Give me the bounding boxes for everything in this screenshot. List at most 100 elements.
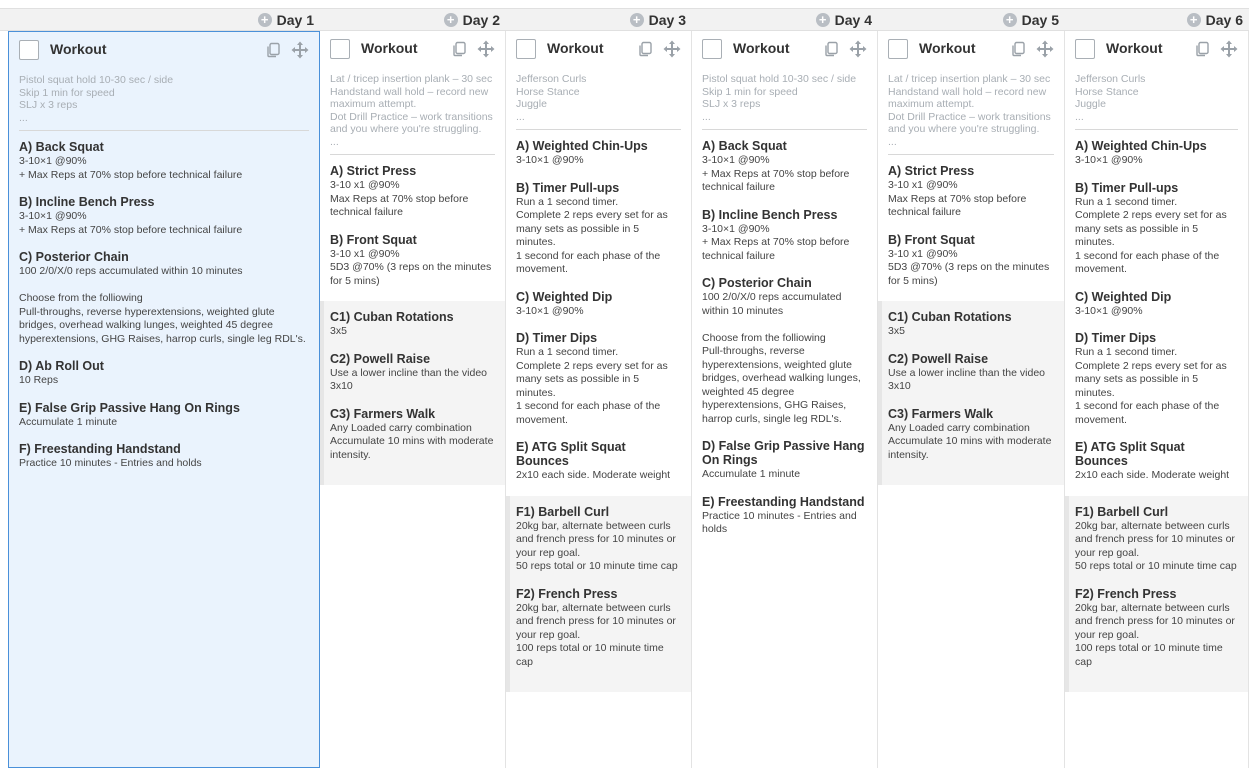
- exercise-item[interactable]: C1) Cuban Rotations 3x5: [330, 310, 495, 339]
- exercise-title: B) Timer Pull-ups: [1075, 180, 1179, 195]
- exercise-details: 20kg bar, alternate between curls and fr…: [1075, 601, 1235, 668]
- exercise-item[interactable]: E) ATG Split Squat Bounces 2x10 each side…: [1075, 440, 1238, 483]
- exercise-title: B) Timer Pull-ups: [516, 180, 620, 195]
- exercise-details: 20kg bar, alternate between curls and fr…: [516, 601, 676, 668]
- exercise-item[interactable]: C) Weighted Dip 3-10×1 @90%: [516, 290, 681, 319]
- card-title: Workout: [361, 40, 418, 56]
- exercise-item[interactable]: D) Ab Roll Out 10 Reps: [19, 359, 309, 388]
- card-header: Workout: [1065, 31, 1248, 69]
- exercise-item[interactable]: F1) Barbell Curl 20kg bar, alternate betw…: [516, 505, 681, 574]
- add-workout-icon[interactable]: +: [815, 12, 830, 27]
- select-checkbox[interactable]: [330, 39, 350, 59]
- exercise-item[interactable]: C1) Cuban Rotations 3x5: [888, 310, 1054, 339]
- exercise-item[interactable]: C) Posterior Chain 100 2/0/X/0 reps accum…: [19, 250, 309, 346]
- exercise-item[interactable]: C2) Powell Raise Use a lower incline than…: [330, 352, 495, 394]
- warmup-line: Handstand wall hold – record new maximum…: [888, 85, 1050, 111]
- select-checkbox[interactable]: [702, 39, 722, 59]
- copy-icon[interactable]: [265, 42, 281, 58]
- exercise-item[interactable]: C) Weighted Dip 3-10×1 @90%: [1075, 290, 1238, 319]
- exercise-item[interactable]: F) Freestanding Handstand Practice 10 min…: [19, 442, 309, 471]
- exercise-item[interactable]: F2) French Press 20kg bar, alternate betw…: [1075, 587, 1238, 670]
- exercise-title: E) Freestanding Handstand: [702, 494, 865, 509]
- move-icon[interactable]: [1220, 40, 1238, 58]
- exercise-details: 3x5: [888, 325, 905, 337]
- workout-card-day-6[interactable]: Workout Jefferson Curls Horse Stance Juggle…: [1065, 31, 1249, 768]
- exercise-title: C) Weighted Dip: [516, 289, 613, 304]
- select-checkbox[interactable]: [1075, 39, 1095, 59]
- warmup-line: ...: [516, 110, 525, 123]
- copy-icon[interactable]: [637, 41, 653, 57]
- exercise-item[interactable]: C3) Farmers Walk Any Loaded carry combina…: [330, 407, 495, 463]
- exercise-details: 3-10 x1 @90% Max Reps at 70% stop before…: [888, 179, 1027, 218]
- exercise-details: Run a 1 second timer. Complete 2 reps ev…: [1075, 346, 1227, 426]
- day-header-6: + Day 6: [1065, 8, 1249, 31]
- exercise-title: D) Timer Dips: [1075, 331, 1157, 345]
- exercise-item[interactable]: B) Timer Pull-ups Run a 1 second timer. C…: [1075, 181, 1238, 277]
- exercise-item[interactable]: B) Front Squat 3-10 x1 @90% 5D3 @70% (3 r…: [330, 233, 495, 289]
- exercise-item[interactable]: B) Front Squat 3-10 x1 @90% 5D3 @70% (3 r…: [888, 233, 1054, 289]
- card-title: Workout: [733, 40, 790, 56]
- exercise-item[interactable]: C3) Farmers Walk Any Loaded carry combina…: [888, 407, 1054, 463]
- copy-icon[interactable]: [451, 41, 467, 57]
- add-workout-icon[interactable]: +: [1186, 12, 1201, 27]
- copy-icon[interactable]: [1194, 41, 1210, 57]
- exercise-title: D) Timer Dips: [516, 331, 598, 345]
- exercise-item[interactable]: C) Posterior Chain 100 2/0/X/0 reps accum…: [702, 276, 867, 426]
- exercise-title: C3) Farmers Walk: [330, 406, 436, 421]
- exercise-item[interactable]: F2) French Press 20kg bar, alternate betw…: [516, 587, 681, 670]
- add-workout-icon[interactable]: +: [443, 12, 458, 27]
- move-icon[interactable]: [849, 40, 867, 58]
- card-title: Workout: [1106, 40, 1163, 56]
- exercise-item[interactable]: B) Incline Bench Press 3-10×1 @90% + Max …: [702, 208, 867, 264]
- exercise-details: 3-10×1 @90% + Max Reps at 70% stop befor…: [19, 210, 243, 236]
- exercise-item[interactable]: A) Strict Press 3-10 x1 @90% Max Reps at …: [330, 164, 495, 220]
- workout-card-day-5[interactable]: Workout Lat / tricep insertion plank – 30…: [878, 31, 1065, 768]
- copy-icon[interactable]: [1010, 41, 1026, 57]
- day-header-2: + Day 2: [320, 8, 506, 31]
- move-icon[interactable]: [1036, 40, 1054, 58]
- exercise-details: 3-10 x1 @90% Max Reps at 70% stop before…: [330, 179, 469, 218]
- copy-icon[interactable]: [823, 41, 839, 57]
- exercise-group: A) Back Squat 3-10×1 @90% + Max Reps at 7…: [9, 131, 319, 471]
- exercise-item[interactable]: A) Back Squat 3-10×1 @90% + Max Reps at 7…: [702, 139, 867, 195]
- move-icon[interactable]: [663, 40, 681, 58]
- exercise-title: D) Ab Roll Out: [19, 359, 104, 373]
- exercise-title: C1) Cuban Rotations: [888, 310, 1012, 324]
- exercise-details: 3-10×1 @90%: [1075, 154, 1143, 166]
- exercise-title: B) Incline Bench Press: [702, 207, 838, 222]
- move-icon[interactable]: [291, 41, 309, 59]
- workout-card-day-4[interactable]: Workout Pistol squat hold 10-30 sec / sid…: [692, 31, 878, 768]
- exercise-item[interactable]: D) False Grip Passive Hang On Rings Accum…: [702, 439, 867, 482]
- select-checkbox[interactable]: [19, 40, 39, 60]
- exercise-item[interactable]: F1) Barbell Curl 20kg bar, alternate betw…: [1075, 505, 1238, 574]
- exercise-item[interactable]: A) Back Squat 3-10×1 @90% + Max Reps at 7…: [19, 140, 309, 182]
- warmup-line: Lat / tricep insertion plank – 30 sec: [888, 73, 1051, 85]
- exercise-item[interactable]: A) Weighted Chin-Ups 3-10×1 @90%: [516, 139, 681, 168]
- exercise-item[interactable]: E) ATG Split Squat Bounces 2x10 each side…: [516, 440, 681, 483]
- exercise-item[interactable]: B) Timer Pull-ups Run a 1 second timer. C…: [516, 181, 681, 277]
- exercise-title: C2) Powell Raise: [888, 351, 989, 366]
- exercise-item[interactable]: E) Freestanding Handstand Practice 10 min…: [702, 495, 867, 537]
- add-workout-icon[interactable]: +: [1002, 12, 1017, 27]
- exercise-item[interactable]: A) Strict Press 3-10 x1 @90% Max Reps at …: [888, 164, 1054, 220]
- exercise-details: 3-10×1 @90% + Max Reps at 70% stop befor…: [19, 155, 243, 181]
- exercise-item[interactable]: A) Weighted Chin-Ups 3-10×1 @90%: [1075, 139, 1238, 168]
- warmup-line: Skip 1 min for speed: [19, 86, 115, 99]
- workout-card-day-2[interactable]: Workout Lat / tricep insertion plank – 30…: [320, 31, 506, 768]
- select-checkbox[interactable]: [888, 39, 908, 59]
- select-checkbox[interactable]: [516, 39, 536, 59]
- exercise-title: B) Front Squat: [888, 232, 975, 247]
- exercise-title: C) Posterior Chain: [702, 276, 812, 290]
- workout-card-day-3[interactable]: Workout Jefferson Curls Horse Stance Juggle…: [506, 31, 692, 768]
- workout-card-day-1[interactable]: Workout Pistol squat hold 10-30 sec / sid…: [8, 31, 320, 768]
- warmup-notes: Lat / tricep insertion plank – 30 sec Han…: [330, 73, 495, 155]
- add-workout-icon[interactable]: +: [257, 12, 272, 27]
- move-icon[interactable]: [477, 40, 495, 58]
- exercise-item[interactable]: C2) Powell Raise Use a lower incline than…: [888, 352, 1054, 394]
- warmup-line: SLJ x 3 reps: [19, 99, 78, 111]
- exercise-item[interactable]: D) Timer Dips Run a 1 second timer. Compl…: [516, 331, 681, 427]
- exercise-item[interactable]: B) Incline Bench Press 3-10×1 @90% + Max …: [19, 195, 309, 237]
- exercise-item[interactable]: D) Timer Dips Run a 1 second timer. Compl…: [1075, 331, 1238, 427]
- exercise-item[interactable]: E) False Grip Passive Hang On Rings Accum…: [19, 401, 309, 430]
- add-workout-icon[interactable]: +: [629, 12, 644, 27]
